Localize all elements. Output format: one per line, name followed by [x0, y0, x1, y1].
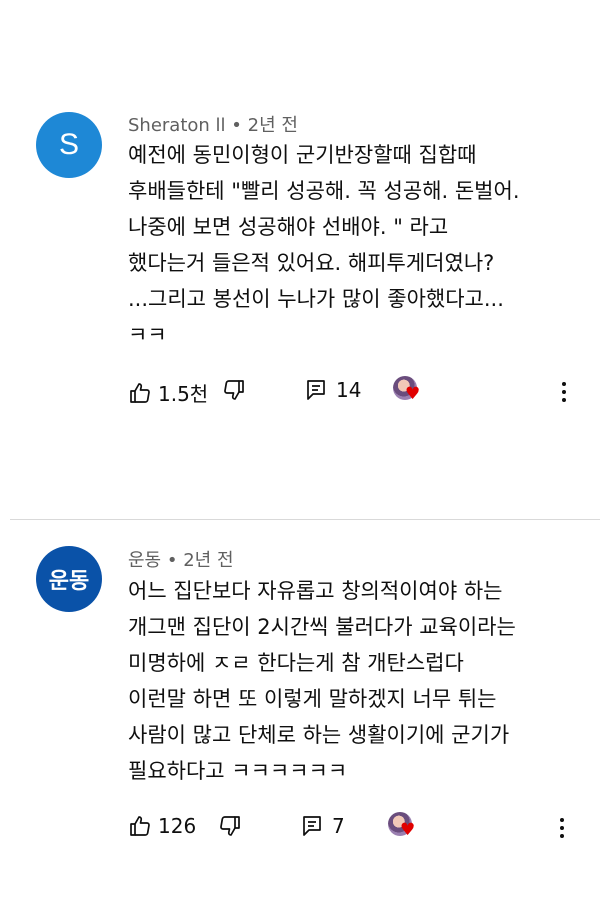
dislike-button[interactable] — [222, 378, 246, 402]
reply-icon — [300, 814, 324, 838]
comment-divider — [10, 519, 600, 520]
like-button[interactable]: 1.5천 — [128, 378, 208, 407]
author-name[interactable]: 운동 — [128, 550, 161, 571]
like-button[interactable]: 126 — [128, 814, 196, 838]
comment-actions: 126 7 ♥ — [0, 808, 600, 848]
avatar-letter: S — [58, 128, 79, 161]
reply-button[interactable]: 14 — [304, 378, 361, 402]
thumbs-down-icon — [222, 378, 246, 402]
avatar-letter: 운동 — [48, 569, 90, 594]
avatar[interactable]: 운동 — [36, 546, 102, 612]
creator-heart-icon: ♥ — [388, 812, 416, 840]
dislike-button[interactable] — [218, 814, 242, 838]
like-count: 1.5천 — [158, 382, 209, 406]
more-vert-icon[interactable] — [559, 818, 565, 838]
thumbs-down-icon — [218, 814, 242, 838]
comment-time[interactable]: 2년 전 — [248, 115, 298, 136]
thumbs-up-icon — [128, 381, 152, 405]
reply-icon — [304, 378, 328, 402]
reply-count: 7 — [332, 814, 345, 838]
reply-button[interactable]: 7 — [300, 814, 345, 838]
creator-heart-icon: ♥ — [393, 376, 421, 404]
more-vert-icon[interactable] — [561, 382, 567, 402]
reply-count: 14 — [336, 378, 362, 402]
comment-meta: Sheraton ll • 2년 전 — [128, 111, 298, 137]
author-name[interactable]: Sheraton ll — [128, 115, 226, 136]
meta-separator: • — [166, 550, 178, 571]
comment-text: 어느 집단보다 자유롭고 창의적이여야 하는 개그맨 집단이 2시간씩 불러다가… — [128, 579, 516, 783]
thumbs-up-icon — [128, 814, 152, 838]
comment-actions: 1.5천 14 ♥ — [0, 372, 600, 412]
heart-icon: ♥ — [405, 384, 421, 404]
heart-icon: ♥ — [400, 820, 416, 840]
avatar[interactable]: S — [36, 112, 102, 178]
comment-text: 예전에 동민이형이 군기반장할때 집합때 후배들한테 "빨리 성공해. 꼭 성공… — [128, 143, 520, 347]
like-count: 126 — [158, 814, 197, 838]
comment-meta: 운동 • 2년 전 — [128, 546, 234, 572]
meta-separator: • — [231, 115, 242, 136]
comment-time[interactable]: 2년 전 — [183, 550, 233, 571]
